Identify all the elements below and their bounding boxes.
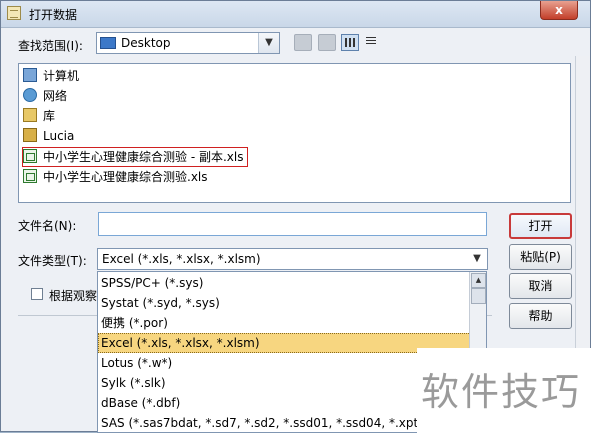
new-folder-button[interactable] xyxy=(318,34,336,51)
list-item[interactable]: Lucia xyxy=(23,127,74,145)
observe-checkbox[interactable] xyxy=(31,288,43,300)
up-folder-button[interactable] xyxy=(294,34,312,51)
filetype-label: 文件类型(T): xyxy=(18,254,87,268)
network-icon xyxy=(23,88,37,102)
filetype-value: Excel (*.xls, *.xlsx, *.xlsm) xyxy=(102,252,261,266)
file-list[interactable]: 计算机 网络 库 Lucia 中小学生心理健康综合测验 - 副本.xls 中小学… xyxy=(18,63,571,203)
details-view-icon xyxy=(366,37,376,46)
look-in-value: Desktop xyxy=(121,36,171,50)
look-in-label: 查找范围(I): xyxy=(18,39,83,53)
list-item[interactable]: 网络 xyxy=(23,87,67,105)
list-item[interactable]: 计算机 xyxy=(23,67,79,85)
filename-label: 文件名(N): xyxy=(18,219,77,233)
dropdown-option[interactable]: 便携 (*.por) xyxy=(98,313,473,333)
look-in-combobox[interactable]: Desktop ▼ xyxy=(96,32,280,54)
file-name: Lucia xyxy=(43,129,75,143)
grid-view-icon xyxy=(345,38,355,47)
excel-file-icon xyxy=(23,169,37,183)
folder-icon xyxy=(7,6,21,20)
excel-file-icon xyxy=(23,149,37,163)
filetype-select[interactable]: Excel (*.xls, *.xlsx, *.xlsm) ▼ xyxy=(97,248,488,270)
watermark-text: 软件技巧 xyxy=(421,370,582,414)
file-name: 中小学生心理健康综合测验.xls xyxy=(43,170,208,184)
scroll-thumb[interactable] xyxy=(471,288,486,304)
library-icon xyxy=(23,108,37,122)
list-item-highlighted[interactable]: 中小学生心理健康综合测验 - 副本.xls xyxy=(21,147,249,167)
dropdown-option[interactable]: Systat (*.syd, *.sys) xyxy=(98,293,473,313)
file-name: 库 xyxy=(43,109,56,123)
user-folder-icon xyxy=(23,128,37,142)
paste-button[interactable]: 粘贴(P) xyxy=(509,244,572,270)
file-name: 网络 xyxy=(43,89,68,103)
chevron-down-icon[interactable]: ▼ xyxy=(469,251,485,267)
open-button[interactable]: 打开 xyxy=(509,213,572,239)
dialog-title: 打开数据 xyxy=(29,8,78,22)
list-view-button[interactable] xyxy=(341,34,359,51)
file-name: 计算机 xyxy=(43,69,80,83)
close-button[interactable]: x xyxy=(540,1,578,20)
checkbox-label: 根据观察 xyxy=(49,289,98,303)
title-bar: 打开数据 x xyxy=(1,1,590,28)
scroll-up-icon[interactable]: ▲ xyxy=(471,273,486,288)
list-item[interactable]: 中小学生心理健康综合测验.xls xyxy=(23,168,208,186)
details-view-button[interactable] xyxy=(363,34,381,51)
desktop-icon xyxy=(100,37,116,49)
open-data-dialog: 打开数据 x 查找范围(I): Desktop ▼ 计算机 网络 库 Lucia… xyxy=(0,0,591,433)
filename-input[interactable] xyxy=(98,212,487,236)
dropdown-option[interactable]: SPSS/PC+ (*.sys) xyxy=(98,273,473,293)
computer-icon xyxy=(23,68,37,82)
file-name: 中小学生心理健康综合测验 - 副本.xls xyxy=(43,150,244,164)
cancel-button[interactable]: 取消 xyxy=(509,273,572,299)
chevron-down-icon[interactable]: ▼ xyxy=(258,33,279,53)
list-item[interactable]: 库 xyxy=(23,107,55,125)
help-button[interactable]: 帮助 xyxy=(509,303,572,329)
